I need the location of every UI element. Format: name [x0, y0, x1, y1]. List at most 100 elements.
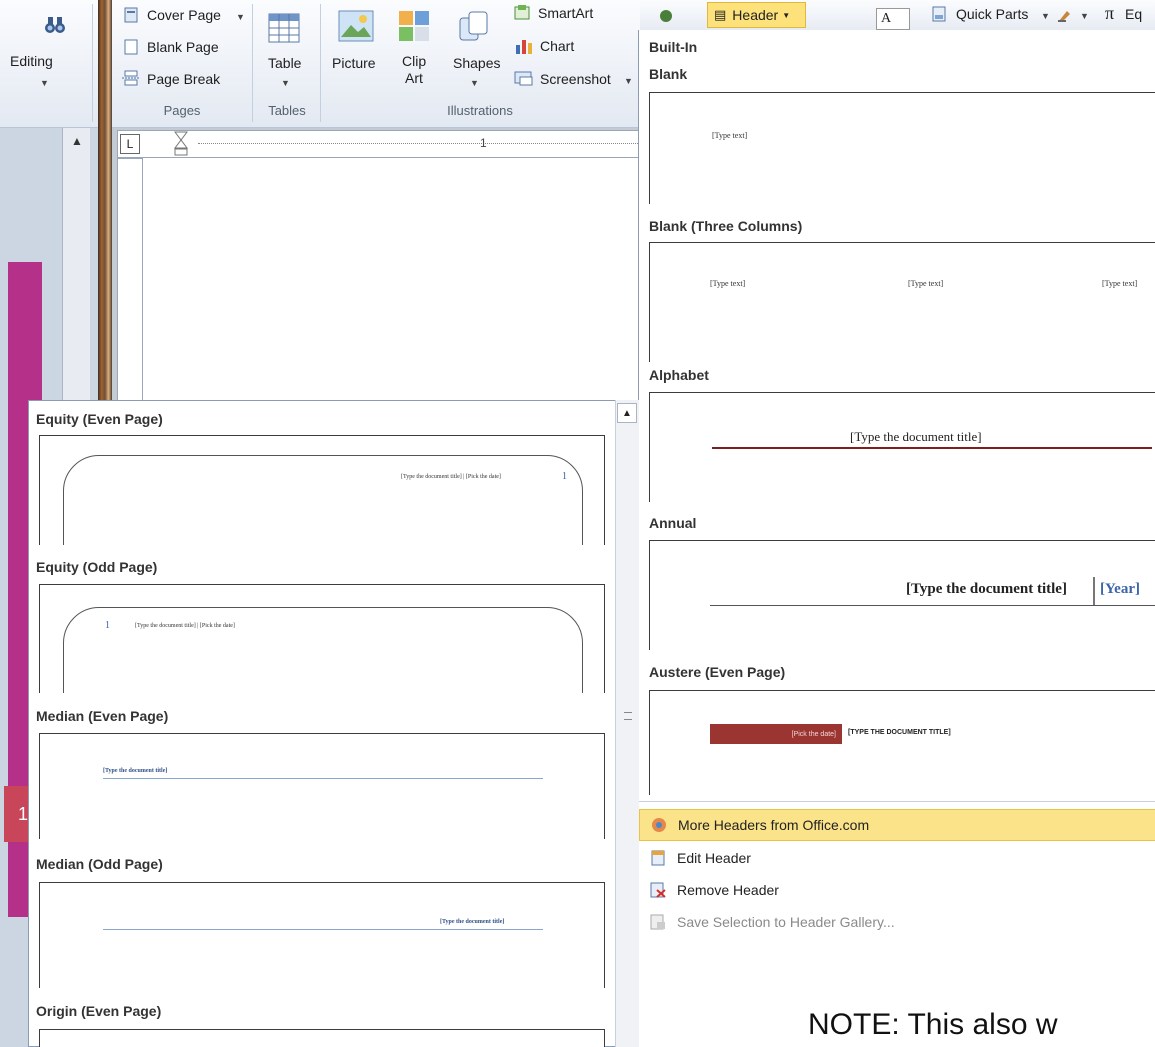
- title-rule: [710, 605, 1155, 606]
- ribbon-header-footer-strip: ▤ Header ▼ A Quick Parts ▼ ▼ π Eq: [640, 0, 1155, 30]
- placeholder-text: [Type text]: [712, 131, 748, 140]
- tab-selector-icon[interactable]: L: [120, 134, 140, 154]
- shapes-icon[interactable]: [456, 8, 492, 44]
- chevron-down-icon: ▼: [1080, 11, 1089, 21]
- scroll-up-icon[interactable]: ▲: [617, 403, 637, 423]
- picture-button[interactable]: Picture: [332, 55, 376, 71]
- menu-item-more-headers[interactable]: More Headers from Office.com: [639, 809, 1155, 841]
- quick-parts-icon: [930, 5, 948, 23]
- editing-button[interactable]: Editing: [10, 53, 53, 69]
- title-rule: [103, 778, 543, 779]
- footer-gallery[interactable]: Equity (Even Page) [Type the document ti…: [28, 400, 639, 1047]
- header-icon: ▤: [714, 7, 727, 22]
- gallery-item-austere-even[interactable]: [Pick the date] [TYPE THE DOCUMENT TITLE…: [649, 690, 1155, 795]
- page-break-icon: [120, 69, 142, 87]
- gallery-item-median-odd[interactable]: [Type the document title]: [39, 882, 605, 988]
- gallery-item-blank[interactable]: [Type text]: [649, 92, 1155, 204]
- cover-page-button[interactable]: Cover Page: [147, 7, 221, 23]
- object-icon[interactable]: [656, 6, 676, 26]
- gallery-item-title: Annual: [649, 515, 697, 531]
- gallery-item-annual[interactable]: [Type the document title] [Year]: [649, 540, 1155, 650]
- illustrations-group-label: Illustrations: [447, 103, 513, 118]
- edit-header-icon: [639, 850, 677, 866]
- group-separator: [252, 4, 253, 122]
- table-button[interactable]: Table: [268, 55, 301, 71]
- gallery-item-title: Origin (Even Page): [36, 1003, 162, 1019]
- chart-icon: [514, 36, 534, 56]
- placeholder-text: [Type the document title]: [440, 919, 505, 925]
- chevron-down-icon: ▼: [624, 76, 633, 86]
- picture-icon[interactable]: [336, 8, 376, 44]
- ribbon-insert-tab: Editing ▼ Cover Page ▼ Blank Page Page B…: [0, 0, 640, 128]
- chevron-down-icon: ▼: [236, 12, 245, 22]
- equation-icon[interactable]: π: [1105, 3, 1114, 24]
- page-number: 1: [562, 471, 567, 482]
- ruler-mark: 1: [480, 136, 487, 150]
- page-border-shape: [63, 455, 583, 545]
- table-icon[interactable]: [266, 10, 302, 46]
- divider: [1093, 577, 1095, 605]
- smartart-button[interactable]: SmartArt: [538, 5, 593, 21]
- scroll-up-icon[interactable]: ▲: [71, 134, 83, 148]
- chevron-down-icon: ▼: [782, 10, 791, 20]
- header-button[interactable]: ▤ Header ▼: [707, 2, 806, 28]
- gallery-scrollbar[interactable]: ▲: [615, 400, 639, 1047]
- menu-item-save-selection[interactable]: Save Selection to Header Gallery...: [639, 906, 1155, 938]
- placeholder-text: [Type the document title]: [906, 581, 1067, 597]
- chevron-down-icon: ▼: [470, 78, 479, 88]
- gallery-item-blank-three-columns[interactable]: [Type text] [Type text] [Type text]: [649, 242, 1155, 362]
- placeholder-text: [Type text]: [710, 279, 746, 288]
- clip-art-button[interactable]: Clip: [402, 53, 426, 69]
- note-caption: NOTE: This also w: [808, 1008, 1058, 1041]
- gallery-item-equity-even[interactable]: [Type the document title] | [Pick the da…: [39, 435, 605, 545]
- menu-separator: [639, 801, 1155, 802]
- page-number: 1: [105, 620, 110, 631]
- menu-item-edit-header[interactable]: Edit Header: [639, 842, 1155, 874]
- page-border-shape: [63, 607, 583, 693]
- gallery-item-median-even[interactable]: [Type the document title]: [39, 733, 605, 839]
- signature-icon[interactable]: [1055, 5, 1075, 25]
- ruler-ticks: [198, 143, 638, 145]
- title-rule: [712, 447, 1152, 449]
- equation-button[interactable]: Eq: [1125, 6, 1142, 22]
- group-separator: [92, 4, 93, 122]
- blank-page-button[interactable]: Blank Page: [147, 39, 219, 55]
- text-box-button[interactable]: A: [876, 8, 910, 30]
- screenshot-icon: [513, 69, 535, 87]
- built-in-section-title: Built-In: [649, 39, 698, 55]
- gallery-item-equity-odd[interactable]: 1 [Type the document title] | [Pick the …: [39, 584, 605, 693]
- binoculars-icon[interactable]: [40, 10, 70, 40]
- menu-item-label: Save Selection to Header Gallery...: [677, 914, 895, 930]
- scroll-grip-icon[interactable]: [624, 712, 632, 720]
- title-rule: [103, 929, 543, 930]
- screenshot-button[interactable]: Screenshot: [540, 71, 611, 87]
- placeholder-text: [Type the document title] | [Pick the da…: [135, 623, 235, 629]
- clip-art-label-line2: Art: [405, 70, 423, 86]
- placeholder-text: [Pick the date]: [710, 724, 842, 744]
- office-globe-icon: [640, 817, 678, 833]
- header-button-label: Header: [732, 7, 779, 23]
- tables-group-label: Tables: [268, 103, 306, 118]
- gallery-item-alphabet[interactable]: [Type the document title]: [649, 392, 1155, 502]
- menu-item-label: Remove Header: [677, 882, 779, 898]
- smartart-icon: [513, 3, 533, 23]
- placeholder-text: [Type the document title] | [Pick the da…: [401, 474, 501, 480]
- chevron-down-icon: ▼: [1041, 11, 1050, 21]
- header-gallery[interactable]: Built-In Blank [Type text] Blank (Three …: [638, 30, 1155, 1047]
- gallery-item-title: Equity (Odd Page): [36, 559, 158, 575]
- gallery-item-title: Median (Odd Page): [36, 856, 163, 872]
- chart-button[interactable]: Chart: [540, 38, 574, 54]
- placeholder-text: [Type the document title]: [103, 768, 168, 774]
- placeholder-text: [Type text]: [1102, 279, 1138, 288]
- clip-art-icon[interactable]: [396, 8, 432, 44]
- word-screenshot: Editing ▼ Cover Page ▼ Blank Page Page B…: [0, 0, 1155, 1047]
- horizontal-ruler[interactable]: L 1: [117, 130, 640, 158]
- gallery-item-origin-even[interactable]: [39, 1029, 605, 1047]
- quick-parts-button[interactable]: Quick Parts: [956, 6, 1028, 22]
- indent-marker-icon[interactable]: [174, 131, 188, 157]
- menu-item-remove-header[interactable]: Remove Header: [639, 874, 1155, 906]
- placeholder-text: [TYPE THE DOCUMENT TITLE]: [848, 729, 951, 736]
- gallery-item-title: Blank (Three Columns): [649, 218, 803, 234]
- page-break-button[interactable]: Page Break: [147, 71, 220, 87]
- shapes-button[interactable]: Shapes: [453, 55, 500, 71]
